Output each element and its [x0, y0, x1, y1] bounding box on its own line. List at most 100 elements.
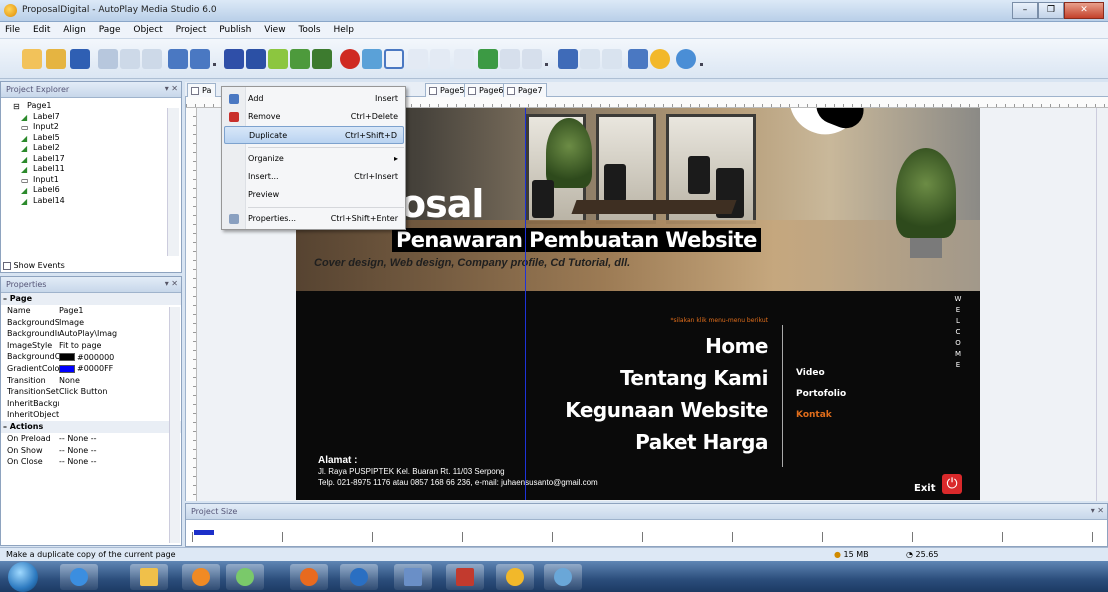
taskbar-app[interactable]	[226, 564, 264, 590]
menu-file[interactable]: File	[0, 22, 25, 35]
record-icon[interactable]	[340, 49, 360, 69]
category-actions[interactable]: – Actions	[1, 420, 181, 433]
tab-page[interactable]: Pa	[187, 83, 217, 97]
open-folder-icon[interactable]	[46, 49, 66, 69]
menu-view[interactable]: View	[259, 22, 290, 35]
tree-item[interactable]: ◢ Label17	[1, 154, 181, 165]
taskbar-app3[interactable]	[394, 564, 432, 590]
exit-label[interactable]: Exit	[914, 483, 936, 494]
taskbar-app5[interactable]	[544, 564, 582, 590]
property-row[interactable]: BackgroundCol #000000	[1, 351, 181, 363]
property-row[interactable]: BackgroundImaAutoPlay\Imag	[1, 328, 181, 340]
nav-portofolio-button[interactable]: Portofolio	[796, 389, 846, 399]
vertical-guide-line[interactable]	[525, 108, 526, 500]
help-icon[interactable]	[676, 49, 696, 69]
menu-hint-label[interactable]: *silakan klik menu-menu berikut	[670, 317, 768, 324]
menu-item-organize[interactable]: Organize ▸	[224, 150, 404, 168]
taskbar-app2[interactable]	[340, 564, 378, 590]
menu-project[interactable]: Project	[171, 22, 212, 35]
restore-button[interactable]: ❐	[1038, 2, 1064, 19]
property-row[interactable]: On Show -- None --	[1, 445, 181, 457]
menu-item-insert[interactable]: Insert... Ctrl+Insert	[224, 168, 404, 186]
minimize-button[interactable]: –	[1012, 2, 1038, 19]
search-icon[interactable]	[522, 49, 542, 69]
pointer-icon[interactable]	[22, 49, 42, 69]
property-row[interactable]: InheritBackgrou	[1, 398, 181, 410]
copy-icon[interactable]	[120, 49, 140, 69]
progress-object-icon[interactable]	[478, 49, 498, 69]
undo-icon[interactable]	[168, 49, 188, 69]
property-value[interactable]: Image	[59, 317, 181, 329]
menu-item-preview[interactable]: Preview	[224, 186, 404, 204]
tagline-label[interactable]: Cover design, Web design, Company profil…	[314, 257, 630, 269]
build-icon[interactable]	[628, 49, 648, 69]
tree-item[interactable]: ▭ Input1	[1, 175, 181, 186]
menu-align[interactable]: Align	[58, 22, 91, 35]
save-icon[interactable]	[70, 49, 90, 69]
flash-object-icon[interactable]	[312, 49, 332, 69]
property-row[interactable]: InheritObjects	[1, 409, 181, 421]
property-value[interactable]: #0000FF	[59, 363, 181, 375]
tree-item[interactable]: ◢ Label11	[1, 164, 181, 175]
menu-help[interactable]: Help	[328, 22, 359, 35]
property-row[interactable]: GradientColor #0000FF	[1, 363, 181, 375]
panel-buttons[interactable]: ▾ ✕	[165, 279, 178, 288]
taskbar-app4[interactable]	[446, 564, 484, 590]
redo-icon[interactable]	[190, 49, 210, 69]
property-value[interactable]: #000000	[59, 351, 181, 363]
menu-tools[interactable]: Tools	[293, 22, 325, 35]
property-row[interactable]: Name Page1	[1, 305, 181, 317]
publish-icon[interactable]	[650, 49, 670, 69]
panel-buttons[interactable]: ▾ ✕	[165, 84, 178, 93]
tree-item-page1[interactable]: ⊟ Page1	[1, 101, 181, 112]
power-icon[interactable]: ⏻	[942, 474, 962, 494]
taskbar-media[interactable]	[182, 564, 220, 590]
tab-page7[interactable]: Page7	[503, 83, 548, 97]
label-object-icon[interactable]	[246, 49, 266, 69]
menu-item-properties[interactable]: Properties... Ctrl+Shift+Enter	[224, 210, 404, 228]
property-value[interactable]: AutoPlay\Imag	[59, 328, 181, 340]
nav-paket-harga-button[interactable]: Paket Harga	[635, 430, 768, 454]
paste-icon[interactable]	[142, 49, 162, 69]
nav-kegunaan-website-button[interactable]: Kegunaan Website	[565, 398, 768, 422]
paragraph-object-icon[interactable]	[268, 49, 288, 69]
preview-icon[interactable]	[558, 49, 578, 69]
tab-page6[interactable]: Page6	[464, 83, 509, 97]
listbox-object-icon[interactable]	[408, 49, 428, 69]
property-value[interactable]: Page1	[59, 305, 181, 317]
taskbar-autoplay[interactable]	[496, 564, 534, 590]
grid-object-icon[interactable]	[500, 49, 520, 69]
workspace-scrollbar[interactable]	[1096, 108, 1108, 501]
property-row[interactable]: BackgroundStylImage	[1, 317, 181, 329]
image-object-icon[interactable]	[290, 49, 310, 69]
web-object-icon[interactable]	[362, 49, 382, 69]
tree-item[interactable]: ◢ Label7	[1, 112, 181, 123]
property-row[interactable]: On Preload -- None --	[1, 433, 181, 445]
tab-page5[interactable]: Page5	[425, 83, 470, 97]
menu-item-duplicate[interactable]: Duplicate Ctrl+Shift+D	[224, 126, 404, 144]
panel-buttons[interactable]: ▾ ✕	[1091, 506, 1104, 515]
subtitle-label[interactable]: Penawaran Pembuatan Website	[392, 228, 761, 252]
show-events-checkbox[interactable]: Show Events	[3, 261, 65, 270]
page-title-text[interactable]: osal	[400, 182, 484, 226]
nav-home-button[interactable]: Home	[705, 334, 768, 358]
document-icon[interactable]	[602, 49, 622, 69]
category-page[interactable]: – Page	[1, 293, 181, 305]
menu-object[interactable]: Object	[128, 22, 167, 35]
tree-item[interactable]: ▭ Input2	[1, 122, 181, 133]
welcome-vertical-text[interactable]: W E L C O M E	[952, 294, 964, 371]
menu-item-remove[interactable]: Remove Ctrl+Delete	[224, 108, 404, 126]
property-row[interactable]: Transition None	[1, 375, 181, 387]
property-value[interactable]	[59, 409, 181, 421]
property-value[interactable]: -- None --	[59, 456, 181, 468]
tree-object-icon[interactable]	[430, 49, 450, 69]
menu-edit[interactable]: Edit	[28, 22, 55, 35]
property-value[interactable]	[59, 398, 181, 410]
explorer-scrollbar[interactable]	[167, 108, 179, 256]
tree-item[interactable]: ◢ Label2	[1, 143, 181, 154]
combobox-object-icon[interactable]	[454, 49, 474, 69]
property-row[interactable]: ImageStyle Fit to page	[1, 340, 181, 352]
nav-video-button[interactable]: Video	[796, 368, 825, 378]
nav-tentang-kami-button[interactable]: Tentang Kami	[620, 366, 769, 390]
start-button[interactable]	[8, 562, 38, 592]
